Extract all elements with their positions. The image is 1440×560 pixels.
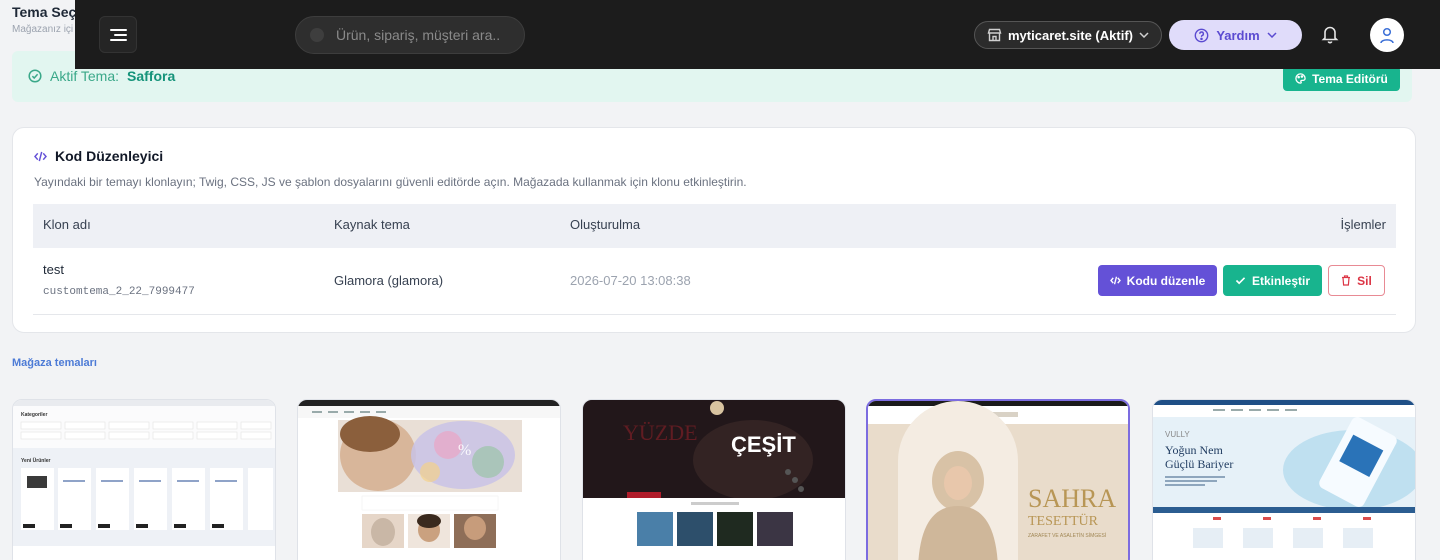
thumb-sahra-text: SAHRA (1028, 484, 1116, 513)
question-circle-icon (1194, 28, 1209, 42)
theme-card-selected[interactable]: SAHRA TESETTÜR ZARAFET VE ASALETİN SİMGE… (866, 399, 1130, 560)
search-input[interactable] (336, 27, 516, 43)
store-icon (987, 28, 1002, 42)
store-themes-title: Mağaza temaları (12, 357, 97, 369)
code-icon (1109, 276, 1121, 285)
user-avatar[interactable] (1370, 18, 1404, 52)
palette-icon (1295, 73, 1306, 84)
theme-preview-image: % (298, 400, 560, 560)
clone-source: Glamora (glamora) (334, 273, 444, 288)
edit-code-button[interactable]: Kodu düzenle (1098, 265, 1217, 296)
thumb-tesettur-text: TESETTÜR (1028, 512, 1099, 529)
theme-card[interactable]: % (297, 399, 561, 560)
col-source-theme: Kaynak tema (334, 217, 410, 232)
clone-name: test (43, 262, 64, 277)
topbar: myticaret.site (Aktif) Yardım (75, 0, 1440, 69)
site-selector[interactable]: myticaret.site (Aktif) (974, 21, 1162, 49)
theme-card[interactable]: YÜZDE ÇEŞİT (582, 399, 846, 560)
clone-table: Klon adı Kaynak tema Oluşturulma İşlemle… (33, 204, 1396, 315)
theme-card[interactable]: VULLY Yoğun Nem Güçlü Bariyer (1152, 399, 1416, 560)
thumb-tagline-text: ZARAFET VE ASALETİN SİMGESİ (1028, 532, 1106, 539)
table-header: Klon adı Kaynak tema Oluşturulma İşlemle… (33, 204, 1396, 248)
col-actions: İşlemler (1340, 217, 1386, 232)
trash-icon (1342, 275, 1351, 286)
menu-toggle-button[interactable] (99, 16, 137, 53)
activate-button[interactable]: Etkinleştir (1223, 265, 1322, 296)
table-row: test customtema_2_22_7999477 Glamora (gl… (33, 248, 1396, 315)
help-label: Yardım (1216, 27, 1260, 43)
active-theme-label: Aktif Tema: (50, 68, 119, 84)
theme-preview-image: YÜZDE ÇEŞİT (583, 400, 845, 560)
svg-text:YÜZDE: YÜZDE (623, 420, 698, 445)
theme-preview-image: Kategoriler Yeni Ürünler (13, 400, 275, 560)
theme-editor-label: Tema Editörü (1312, 71, 1388, 86)
theme-editor-button[interactable]: Tema Editörü (1283, 66, 1400, 91)
chevron-down-icon (1267, 32, 1277, 38)
theme-card[interactable]: Kategoriler Yeni Ürünler (12, 399, 276, 560)
theme-preview-image: SAHRA TESETTÜR ZARAFET VE ASALETİN SİMGE… (868, 401, 1128, 560)
delete-button[interactable]: Sil (1328, 265, 1385, 296)
user-icon (1380, 27, 1394, 43)
code-editor-title: Kod Düzenleyici (55, 148, 164, 164)
thumb-yogun-nem-text: Yoğun Nem (1165, 443, 1223, 457)
clone-code: customtema_2_22_7999477 (43, 286, 195, 298)
search-bar[interactable] (295, 16, 525, 54)
code-icon (34, 151, 47, 161)
thumb-categories-text: Kategoriler (21, 412, 47, 418)
theme-preview-image: VULLY Yoğun Nem Güçlü Bariyer (1153, 400, 1415, 560)
bell-icon[interactable] (1321, 24, 1339, 44)
thumb-new-products-text: Yeni Ürünler (21, 457, 51, 464)
thumb-guclu-bariyer-text: Güçlü Bariyer (1165, 457, 1233, 471)
code-editor-card: Kod Düzenleyici Yayındaki bir temayı klo… (12, 127, 1416, 333)
check-icon (1235, 277, 1246, 285)
help-button[interactable]: Yardım (1169, 20, 1302, 50)
col-clone-name: Klon adı (43, 217, 91, 232)
site-label: myticaret.site (Aktif) (1008, 27, 1133, 43)
page-header: Tema Seç Mağazanız içi (12, 4, 76, 35)
thumb-cesit-text: ÇEŞİT (731, 432, 796, 457)
clone-created: 2026-07-20 13:08:38 (570, 273, 691, 288)
hamburger-icon (109, 26, 127, 44)
search-icon (310, 28, 324, 42)
page-subtitle: Mağazanız içi (12, 24, 74, 35)
active-theme-name: Saffora (127, 68, 176, 84)
thumb-vully-text: VULLY (1165, 430, 1190, 439)
check-circle-icon (28, 69, 42, 83)
chevron-down-icon (1139, 32, 1149, 38)
code-editor-description: Yayındaki bir temayı klonlayın; Twig, CS… (34, 175, 747, 189)
page-title: Tema Seç (12, 4, 77, 20)
col-created: Oluşturulma (570, 217, 641, 232)
svg-text:%: % (458, 442, 471, 459)
